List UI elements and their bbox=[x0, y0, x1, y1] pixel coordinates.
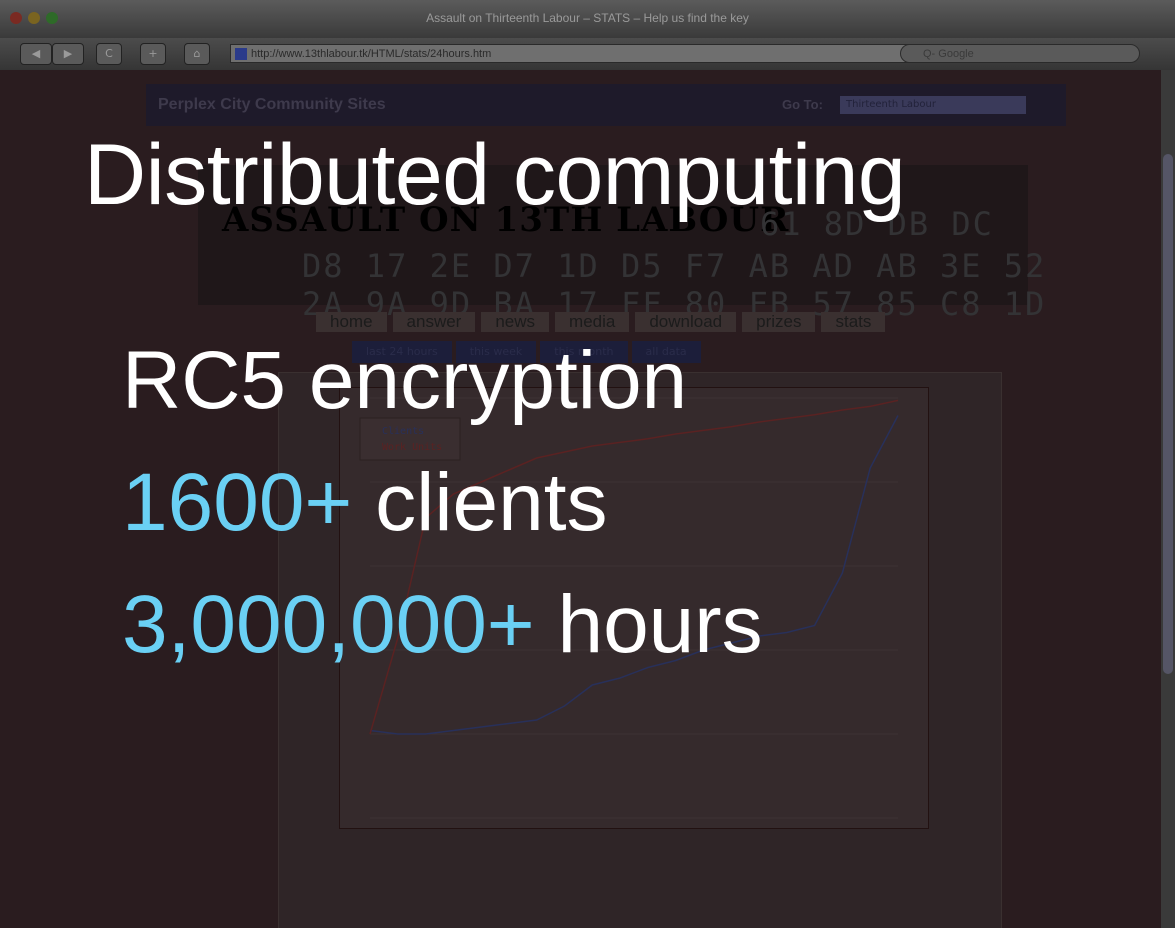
clients-line: 1600+ clients bbox=[122, 456, 608, 550]
slide-overlay: Distributed computing RC5 encryption 160… bbox=[0, 0, 1175, 928]
slide-title: Distributed computing bbox=[84, 127, 906, 223]
hours-count: 3,000,000+ bbox=[122, 579, 535, 670]
slide-stage: Assault on Thirteenth Labour – STATS – H… bbox=[0, 0, 1175, 928]
hours-label: hours bbox=[534, 579, 763, 670]
clients-label: clients bbox=[352, 457, 608, 548]
clients-count: 1600+ bbox=[122, 457, 353, 548]
hours-line: 3,000,000+ hours bbox=[122, 578, 763, 672]
rc5-line: RC5 encryption bbox=[122, 335, 688, 426]
